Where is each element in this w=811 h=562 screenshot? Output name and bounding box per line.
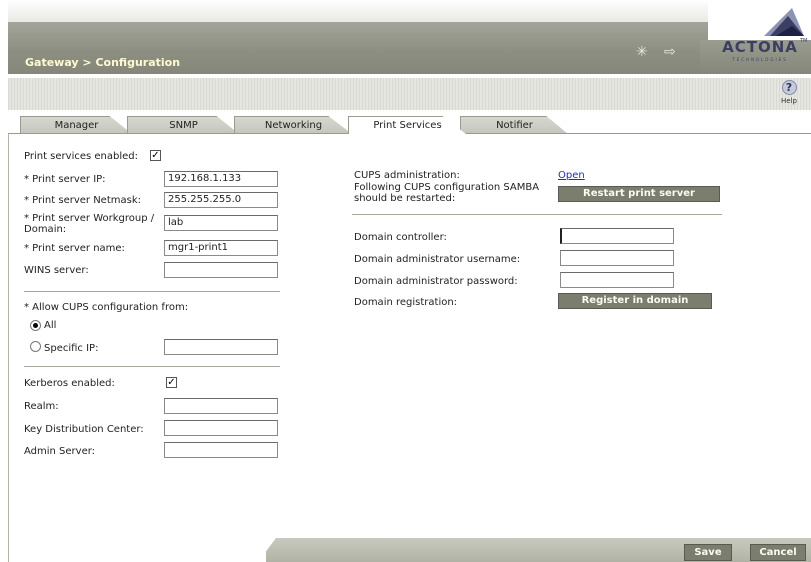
logo-text: ACTONA [722, 38, 798, 56]
realm-input[interactable] [164, 398, 278, 414]
server-ip-label: * Print server IP: [24, 174, 106, 185]
cups-specific-label: Specific IP: [44, 343, 99, 354]
kdc-input[interactable] [164, 420, 278, 436]
wins-label: WINS server: [24, 265, 89, 276]
register-in-domain-button[interactable]: Register in domain [558, 293, 712, 309]
cups-all-radio[interactable] [30, 320, 41, 331]
print-enabled-label: Print services enabled: [24, 151, 139, 162]
domain-controller-label: Domain controller: [354, 232, 447, 243]
sparkle-icon[interactable]: ✳ [636, 44, 648, 60]
save-button[interactable]: Save [684, 544, 732, 561]
admin-server-label: Admin Server: [24, 446, 96, 457]
cups-specific-radio[interactable] [30, 341, 41, 352]
tab-networking[interactable]: Networking [234, 116, 352, 134]
footer-left [8, 530, 266, 562]
tab-notifier[interactable]: Notifier [460, 116, 568, 134]
cups-admin-label: CUPS administration: [354, 170, 460, 181]
actona-logo: ACTONA TM TECHNOLOGIES [712, 6, 808, 70]
logo-subtitle: TECHNOLOGIES [732, 57, 788, 62]
workgroup-label: * Print server Workgroup / Domain: [24, 213, 155, 235]
domain-admin-password-label: Domain administrator password: [354, 276, 518, 287]
kdc-label: Key Distribution Center: [24, 424, 144, 435]
netmask-input[interactable]: 255.255.255.0 [164, 192, 278, 208]
help-icon[interactable]: ? [781, 80, 797, 95]
print-enabled-checkbox[interactable]: ✓ [150, 150, 161, 161]
cancel-button[interactable]: Cancel [750, 544, 806, 561]
separator [352, 214, 722, 215]
cups-admin-open-link[interactable]: Open [558, 170, 585, 181]
breadcrumb: Gateway > Configuration [25, 56, 181, 69]
restart-print-server-button[interactable]: Restart print server [558, 186, 720, 202]
kerberos-checkbox[interactable]: ✓ [166, 377, 177, 388]
kerberos-label: Kerberos enabled: [24, 378, 115, 389]
separator [24, 291, 280, 292]
logo-tm: TM [800, 38, 808, 44]
header-decoration [8, 0, 708, 22]
realm-label: Realm: [24, 401, 59, 412]
domain-admin-password-input[interactable] [560, 272, 674, 288]
cups-all-label: All [44, 320, 57, 331]
separator [24, 366, 280, 367]
toolbar-strip [8, 78, 811, 110]
domain-registration-label: Domain registration: [354, 297, 458, 308]
admin-server-input[interactable] [164, 442, 278, 458]
domain-admin-username-label: Domain administrator username: [354, 254, 521, 265]
tab-manager[interactable]: Manager [20, 116, 132, 134]
restart-note: Following CUPS configuration SAMBA shoul… [354, 182, 540, 204]
cups-from-label: * Allow CUPS configuration from: [24, 302, 189, 313]
domain-admin-username-input[interactable] [560, 250, 674, 266]
cups-specific-input[interactable] [164, 339, 278, 355]
tab-print-services[interactable]: Print Services [348, 116, 466, 134]
tab-bar: Manager SNMP Networking Print Services N… [20, 116, 580, 134]
footer: Save Cancel [8, 530, 811, 562]
server-name-label: * Print server name: [24, 243, 125, 254]
domain-controller-input[interactable] [560, 228, 674, 244]
workgroup-input[interactable]: lab [164, 215, 278, 231]
help-button[interactable]: ? Help [777, 80, 801, 106]
tab-snmp[interactable]: SNMP [127, 116, 239, 134]
server-name-input[interactable]: mgr1-print1 [164, 240, 278, 256]
netmask-label: * Print server Netmask: [24, 195, 141, 206]
logout-icon[interactable]: ⇨ [664, 44, 676, 60]
server-ip-input[interactable]: 192.168.1.133 [164, 171, 278, 187]
wins-input[interactable] [164, 262, 278, 278]
logo-mark-icon [764, 8, 804, 36]
app-header: Gateway > Configuration ✳ ⇨ ACTONA TM TE… [0, 0, 811, 78]
help-label[interactable]: Help [781, 97, 797, 105]
